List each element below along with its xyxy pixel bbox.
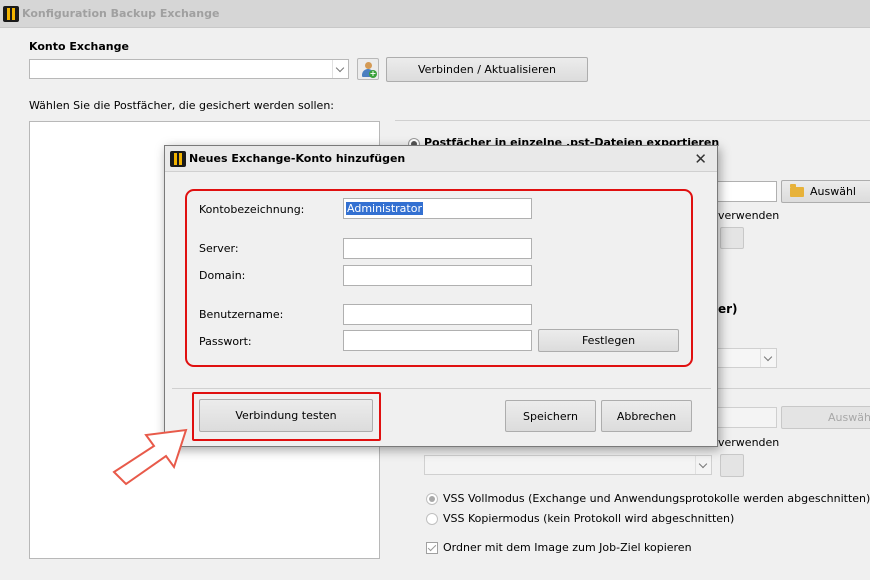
password-label: Passwort: xyxy=(199,335,252,348)
option-small-button-2[interactable] xyxy=(720,454,744,477)
domain-label: Domain: xyxy=(199,269,246,282)
window-title: Konfiguration Backup Exchange xyxy=(22,7,220,20)
dialog-separator xyxy=(172,388,711,389)
option-small-button-1[interactable] xyxy=(720,227,744,249)
konto-exchange-heading: Konto Exchange xyxy=(29,40,129,53)
browse-button-1[interactable]: Auswähl xyxy=(781,180,870,203)
plus-icon: + xyxy=(369,69,377,78)
domain-input[interactable] xyxy=(343,265,532,286)
main-titlebar: Konfiguration Backup Exchange xyxy=(0,0,870,28)
account-name-value: Administrator xyxy=(346,202,423,215)
vss-full-label: VSS Vollmodus (Exchange und Anwendungspr… xyxy=(443,492,870,505)
username-label: Benutzername: xyxy=(199,308,284,321)
chevron-down-icon xyxy=(332,60,348,78)
select-mailboxes-label: Wählen Sie die Postfächer, die gesichert… xyxy=(29,99,335,112)
password-input[interactable] xyxy=(343,330,532,351)
chevron-down-icon xyxy=(760,349,776,367)
test-connection-button[interactable]: Verbindung testen xyxy=(199,399,373,432)
close-icon[interactable]: ✕ xyxy=(694,150,707,168)
browse-button-2[interactable]: Auswähl xyxy=(781,406,870,429)
add-account-button[interactable]: + xyxy=(357,58,379,80)
image-combo[interactable] xyxy=(424,455,712,475)
account-name-label: Kontobezeichnung: xyxy=(199,203,305,216)
save-button[interactable]: Speichern xyxy=(505,400,596,432)
app-logo-icon xyxy=(3,6,19,22)
user-icon xyxy=(365,62,372,69)
folder-icon xyxy=(790,183,804,197)
account-name-input[interactable]: Administrator xyxy=(343,198,532,219)
set-password-button[interactable]: Festlegen xyxy=(538,329,679,352)
username-input[interactable] xyxy=(343,304,532,325)
pointer-arrow-icon xyxy=(112,428,188,486)
dialog-titlebar: Neues Exchange-Konto hinzufügen ✕ xyxy=(165,146,717,172)
connect-refresh-button[interactable]: Verbinden / Aktualisieren xyxy=(386,57,588,82)
use-option-text-2: verwenden xyxy=(718,436,780,449)
checkmark-icon xyxy=(427,542,437,552)
right-panel-separator xyxy=(395,120,870,121)
right-separator-2 xyxy=(718,388,870,389)
app-logo-icon xyxy=(170,151,186,167)
cancel-button[interactable]: Abbrechen xyxy=(601,400,692,432)
vss-copy-radio[interactable] xyxy=(426,513,438,525)
partial-paren-text: er) xyxy=(718,302,738,316)
use-option-text-1: verwenden xyxy=(718,209,780,222)
account-combo[interactable] xyxy=(29,59,349,79)
add-exchange-account-dialog: Neues Exchange-Konto hinzufügen ✕ Kontob… xyxy=(164,145,718,447)
dialog-title: Neues Exchange-Konto hinzufügen xyxy=(189,152,406,165)
vss-copy-label: VSS Kopiermodus (kein Protokoll wird abg… xyxy=(443,512,735,525)
server-input[interactable] xyxy=(343,238,532,259)
chevron-down-icon xyxy=(695,456,711,474)
copy-folder-label: Ordner mit dem Image zum Job-Ziel kopier… xyxy=(443,541,692,554)
vss-full-radio[interactable] xyxy=(426,493,438,505)
server-label: Server: xyxy=(199,242,239,255)
copy-folder-checkbox[interactable] xyxy=(426,542,438,554)
